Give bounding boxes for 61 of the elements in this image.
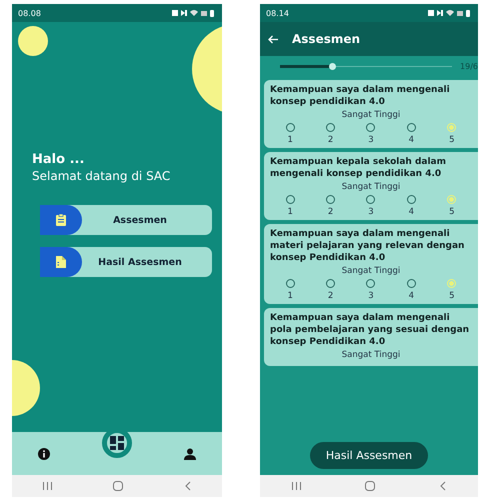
option-number: 4	[408, 291, 414, 301]
option-number: 1	[287, 135, 293, 145]
option-number: 3	[368, 135, 374, 145]
option-number: 5	[449, 135, 454, 145]
progress-count: 19/6	[460, 62, 478, 70]
option-number: 5	[449, 207, 454, 217]
home-button[interactable]	[365, 481, 376, 491]
screen-title: Assesmen	[292, 32, 360, 46]
back-button[interactable]	[440, 481, 446, 491]
results-button[interactable]: Hasil Assesmen	[310, 442, 428, 468]
radio-button[interactable]	[286, 195, 295, 204]
status-time: 08.14	[266, 8, 289, 18]
radio-button[interactable]	[286, 123, 295, 132]
nav-button[interactable]	[38, 448, 50, 460]
document-icon	[56, 256, 66, 268]
answer-label: Sangat Tinggi	[340, 266, 402, 276]
radio-button[interactable]	[366, 195, 376, 204]
dashboard-icon	[110, 436, 124, 450]
person-icon	[184, 448, 196, 460]
answer-label: Sangat Tinggi	[340, 350, 402, 360]
question-text: Kemampuan saya dalam mengenali konsep pendidikan 4.0	[270, 84, 451, 108]
recent-apps-button[interactable]	[42, 482, 52, 490]
status-icons-drawing	[428, 9, 472, 17]
option-number: 1	[287, 207, 293, 217]
radio-button[interactable]	[286, 279, 295, 288]
option-number: 2	[328, 207, 334, 217]
menu-button[interactable]: Hasil Assesmen	[40, 247, 212, 277]
option-number: 3	[368, 291, 374, 301]
option-number: 5	[449, 291, 454, 301]
answer-label: Sangat Tinggi	[340, 110, 402, 120]
option-number: 2	[328, 135, 334, 145]
option-number: 3	[368, 207, 374, 217]
clipboard-icon	[56, 214, 66, 226]
radio-button[interactable]	[326, 123, 336, 132]
option-number: 4	[408, 135, 414, 145]
recent-apps-button[interactable]	[292, 482, 302, 490]
menu-button[interactable]: Assesmen	[40, 205, 212, 235]
question-text: Kemampuan saya dalam mengenali pola pembelajaran yang sesuai dengan konsep Pendidikan 4.0	[270, 312, 470, 348]
status-icons-drawing	[172, 9, 216, 17]
back-button[interactable]	[185, 481, 192, 491]
option-number: 2	[328, 291, 334, 301]
radio-button[interactable]	[406, 123, 416, 132]
question-text: Kemampuan kepala sekolah dalam mengenali konsep pendidikan 4.0	[270, 156, 448, 180]
welcome-text: Selamat datang di SAC	[32, 169, 172, 183]
back-arrow-icon[interactable]	[268, 34, 278, 44]
radio-button[interactable]	[406, 279, 416, 288]
status-time: 08.08	[18, 8, 41, 18]
answer-label: Sangat Tinggi	[340, 182, 402, 192]
radio-button[interactable]	[366, 123, 376, 132]
decorative-circle	[18, 26, 48, 56]
option-number: 4	[408, 207, 414, 217]
option-number: 1	[287, 291, 293, 301]
radio-button[interactable]	[326, 195, 336, 204]
radio-button[interactable]	[406, 195, 416, 204]
radio-button[interactable]	[326, 279, 336, 288]
home-button[interactable]	[113, 481, 124, 491]
nav-button[interactable]	[184, 448, 196, 460]
question-text: Kemampuan saya dalam mengenali materi pelajaran yang relevan dengan konsep Pendidikan 4.0	[270, 228, 466, 264]
greeting-text: Halo ...	[32, 152, 86, 167]
info-icon	[38, 448, 50, 460]
radio-button[interactable]	[366, 279, 376, 288]
